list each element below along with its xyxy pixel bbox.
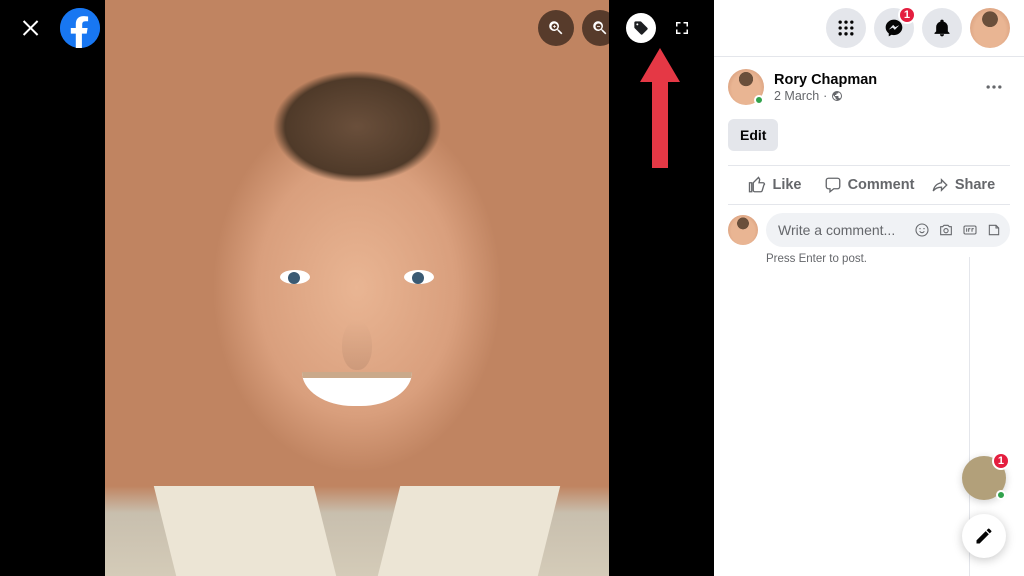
photo-image	[105, 0, 609, 576]
menu-grid-icon[interactable]	[826, 8, 866, 48]
presence-indicator	[754, 95, 764, 105]
tag-icon[interactable]	[626, 13, 656, 43]
fullscreen-icon[interactable]	[664, 10, 700, 46]
app-header: 1	[714, 0, 1024, 56]
post-meta: 2 March ·	[774, 89, 877, 103]
like-button[interactable]: Like	[728, 166, 822, 204]
chat-head-badge: 1	[992, 452, 1010, 470]
account-avatar[interactable]	[970, 8, 1010, 48]
camera-icon[interactable]	[938, 222, 954, 238]
sidebar: 1 Rory Chapman 2 March ·	[714, 0, 1024, 576]
new-message-button[interactable]	[962, 514, 1006, 558]
post-actions: Like Comment Share	[728, 165, 1010, 205]
edit-button[interactable]: Edit	[728, 119, 778, 151]
audience-public-icon[interactable]	[831, 90, 843, 102]
comment-button[interactable]: Comment	[822, 166, 916, 204]
post-timestamp[interactable]: 2 March	[774, 89, 819, 103]
post-author: Rory Chapman 2 March ·	[728, 69, 1010, 105]
notifications-icon[interactable]	[922, 8, 962, 48]
gif-icon[interactable]	[962, 222, 978, 238]
comment-composer: Write a comment...	[728, 213, 1010, 247]
facebook-logo[interactable]	[60, 8, 100, 48]
composer-hint: Press Enter to post.	[766, 253, 1010, 265]
zoom-out-icon[interactable]	[582, 10, 618, 46]
presence-indicator	[996, 490, 1006, 500]
post-options-button[interactable]	[978, 71, 1010, 103]
zoom-in-icon[interactable]	[538, 10, 574, 46]
sticker-icon[interactable]	[986, 222, 1002, 238]
emoji-icon[interactable]	[914, 222, 930, 238]
annotation-arrow	[640, 48, 680, 173]
author-name[interactable]: Rory Chapman	[774, 72, 877, 88]
messenger-badge: 1	[898, 6, 916, 24]
photo-viewer-pane	[0, 0, 714, 576]
close-icon[interactable]	[14, 10, 50, 46]
share-button[interactable]: Share	[916, 166, 1010, 204]
comment-input[interactable]: Write a comment...	[766, 213, 1010, 247]
comment-placeholder: Write a comment...	[778, 222, 914, 238]
messenger-icon[interactable]: 1	[874, 8, 914, 48]
composer-avatar[interactable]	[728, 215, 758, 245]
chat-head[interactable]: 1	[962, 456, 1006, 500]
